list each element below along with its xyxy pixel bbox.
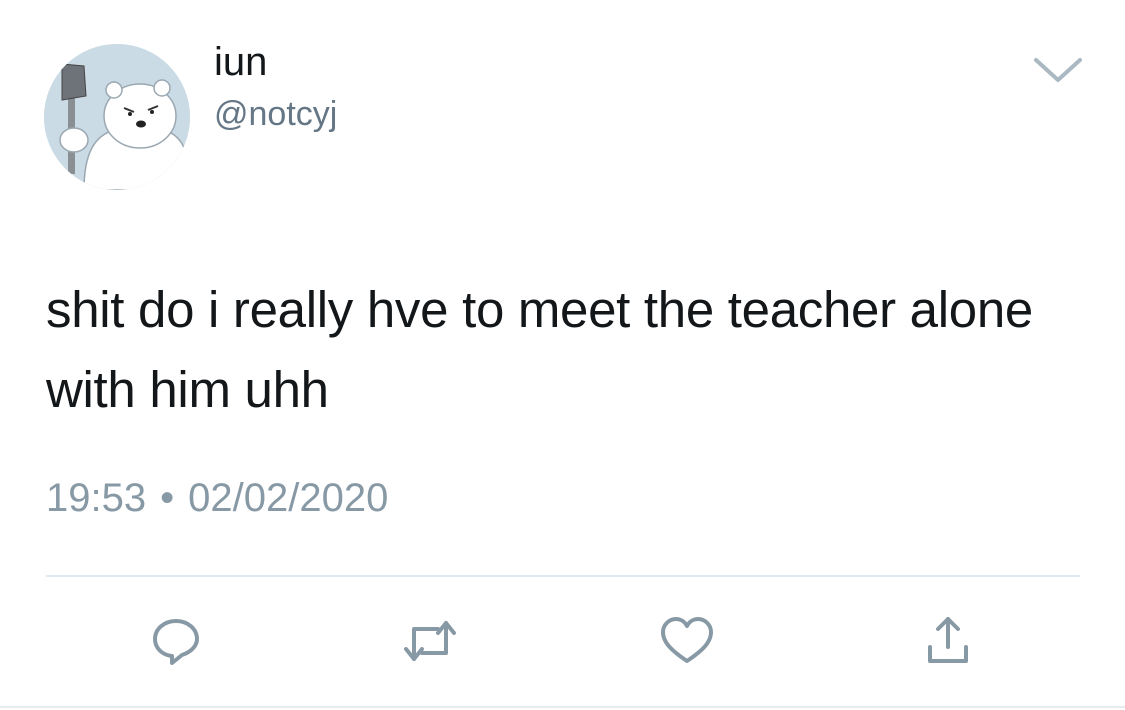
meta-separator: • bbox=[160, 476, 175, 520]
reply-icon bbox=[153, 619, 199, 665]
action-bar bbox=[0, 606, 1125, 676]
polar-bear-avatar-icon bbox=[44, 44, 190, 190]
divider bbox=[46, 575, 1080, 577]
share-icon bbox=[928, 617, 968, 663]
share-button[interactable] bbox=[913, 606, 983, 676]
user-handle[interactable]: @notcyj bbox=[214, 94, 337, 134]
tweet-timestamp[interactable]: 19:53 • 02/02/2020 bbox=[46, 474, 388, 522]
avatar[interactable] bbox=[44, 44, 190, 190]
chevron-down-icon[interactable] bbox=[1030, 52, 1086, 88]
like-button[interactable] bbox=[652, 606, 722, 676]
tweet-time: 19:53 bbox=[46, 476, 147, 520]
retweet-button[interactable] bbox=[395, 606, 465, 676]
tweet-card: iun @notcyj shit do i really hve to meet… bbox=[0, 0, 1125, 710]
bottom-divider bbox=[0, 706, 1125, 708]
reply-button[interactable] bbox=[141, 606, 211, 676]
tweet-date: 02/02/2020 bbox=[188, 476, 389, 520]
retweet-icon bbox=[404, 621, 456, 661]
heart-icon bbox=[661, 617, 713, 663]
tweet-text: shit do i really hve to meet the teacher… bbox=[46, 281, 1033, 418]
display-name[interactable]: iun bbox=[214, 38, 267, 86]
